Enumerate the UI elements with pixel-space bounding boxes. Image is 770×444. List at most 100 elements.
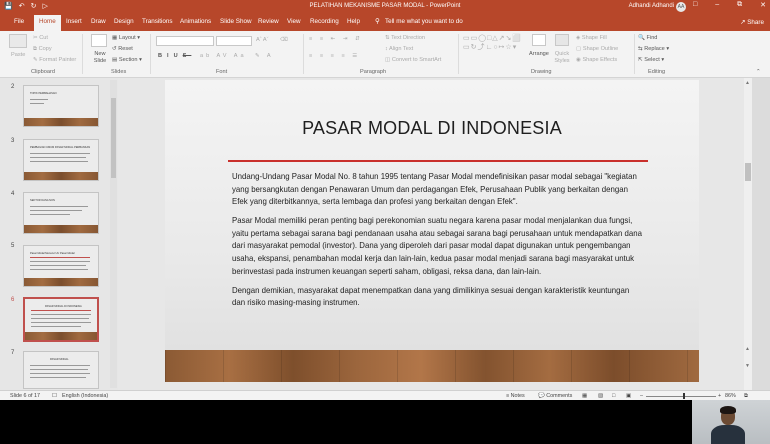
tell-me-search[interactable]: Tell me what you want to do bbox=[385, 18, 463, 25]
previous-slide-icon[interactable]: ▲ bbox=[745, 346, 750, 352]
replace-button[interactable]: ⇆ Replace ▾ bbox=[638, 46, 669, 52]
reading-view-icon[interactable]: □ bbox=[612, 393, 615, 399]
alignment-buttons[interactable]: ≡ ≡ ≡ ≡ ☰ bbox=[309, 53, 360, 59]
tab-file[interactable]: File bbox=[14, 18, 24, 25]
scroll-up-icon[interactable]: ▲ bbox=[745, 80, 750, 86]
clear-formatting-icon[interactable]: ⌫ bbox=[280, 37, 288, 43]
font-name-dropdown[interactable] bbox=[156, 36, 214, 46]
thumb-line bbox=[30, 210, 82, 211]
copy-button[interactable]: ⧉ Copy bbox=[33, 46, 52, 53]
tab-transitions[interactable]: Transitions bbox=[142, 18, 173, 25]
paste-icon[interactable] bbox=[9, 34, 27, 48]
zoom-slider[interactable] bbox=[646, 396, 716, 397]
thumb-line bbox=[30, 377, 86, 378]
thumb-title: SEKTOR DANA NON bbox=[30, 199, 55, 202]
tab-recording[interactable]: Recording bbox=[310, 18, 339, 25]
scrollbar-thumb[interactable] bbox=[111, 98, 116, 178]
thumb-line bbox=[30, 269, 88, 270]
thumb-number: 7 bbox=[11, 350, 15, 356]
shape-outline-button[interactable]: ▢ Shape Outline bbox=[576, 46, 618, 52]
quick-styles-button[interactable]: Quick Styles bbox=[552, 51, 572, 65]
tab-review[interactable]: Review bbox=[258, 18, 279, 25]
close-icon[interactable]: ✕ bbox=[760, 1, 766, 9]
shape-fill-button[interactable]: ◈ Shape Fill bbox=[576, 35, 607, 41]
cut-button[interactable]: ✂ Cut bbox=[33, 35, 48, 41]
group-divider bbox=[82, 34, 83, 74]
presenter-webcam bbox=[692, 400, 770, 444]
share-button[interactable]: ↗ Share bbox=[740, 19, 764, 26]
slide-thumbnail-4[interactable]: SEKTOR DANA NON bbox=[23, 192, 99, 234]
comments-button[interactable]: 💬 Comments bbox=[538, 393, 572, 399]
tab-view[interactable]: View bbox=[287, 18, 301, 25]
font-style-buttons[interactable]: BIUS bbox=[158, 53, 191, 59]
tab-slide-show[interactable]: Slide Show bbox=[220, 18, 252, 25]
slide-thumbnail-2[interactable]: TOPIK PEMBAHASAN bbox=[23, 85, 99, 127]
thumb-line bbox=[30, 161, 88, 162]
shape-fill-label: Shape Fill bbox=[581, 35, 607, 41]
new-slide-icon[interactable] bbox=[91, 34, 107, 47]
select-button[interactable]: ⇱ Select ▾ bbox=[638, 57, 664, 63]
font-size-buttons[interactable]: Aˆ Aˇ bbox=[256, 37, 268, 43]
fit-to-window-icon[interactable]: ⧉ bbox=[744, 393, 748, 400]
slideshow-view-icon[interactable]: ▣ bbox=[626, 393, 631, 399]
slide-title[interactable]: PASAR MODAL DI INDONESIA bbox=[165, 118, 699, 139]
slide-scrollbar[interactable]: ▲ ▲ ▼ bbox=[744, 78, 752, 390]
tab-help[interactable]: Help bbox=[347, 18, 360, 25]
shape-effects-button[interactable]: ◉ Shape Effects bbox=[576, 57, 617, 63]
arrange-button[interactable]: Arrange bbox=[529, 51, 549, 57]
next-slide-icon[interactable]: ▼ bbox=[745, 363, 750, 369]
quick-styles-icon[interactable] bbox=[555, 34, 569, 46]
tab-animations[interactable]: Animations bbox=[180, 18, 211, 25]
font-extra-buttons[interactable]: ab AV Aa bbox=[200, 53, 247, 59]
normal-view-icon[interactable]: ▦ bbox=[582, 393, 587, 399]
thumb-number: 6 bbox=[11, 297, 15, 303]
layout-button[interactable]: ▦ Layout ▾ bbox=[112, 35, 140, 41]
ribbon-display-icon[interactable]: □ bbox=[693, 1, 697, 9]
current-slide[interactable]: PASAR MODAL DI INDONESIA Undang-Undang P… bbox=[165, 80, 699, 382]
tab-design[interactable]: Design bbox=[114, 18, 134, 25]
presenter-torso bbox=[711, 425, 745, 444]
zoom-slider-handle[interactable] bbox=[683, 393, 685, 399]
font-size-dropdown[interactable] bbox=[216, 36, 252, 46]
spellcheck-icon[interactable]: ☐ bbox=[52, 393, 57, 399]
wood-floor-graphic bbox=[165, 350, 699, 382]
list-buttons[interactable]: ≡ ≡ ⇤ ⇥ ⇵ bbox=[309, 36, 363, 42]
convert-smartart-button[interactable]: ◫ Convert to SmartArt bbox=[385, 57, 441, 63]
font-color-buttons[interactable]: ✎ A bbox=[255, 53, 274, 59]
tab-insert[interactable]: Insert bbox=[66, 18, 82, 25]
language-indicator[interactable]: English (Indonesia) bbox=[62, 393, 108, 399]
section-button[interactable]: ▤ Section ▾ bbox=[112, 57, 142, 63]
notes-button[interactable]: ≡ Notes bbox=[506, 393, 525, 399]
shapes-gallery[interactable]: ▭▭◯□△↗↘⬜ ▭↻⤴∟○↦☆▾ bbox=[463, 34, 525, 52]
text-direction-button[interactable]: ⇅ Text Direction bbox=[385, 35, 425, 41]
arrange-icon[interactable] bbox=[532, 34, 546, 46]
user-name[interactable]: Adhandi Adhandi bbox=[629, 3, 674, 9]
align-text-button[interactable]: ↕ Align Text bbox=[385, 46, 413, 52]
slide-thumbnail-6[interactable]: PASAR MODAL DI INDONESIA bbox=[23, 297, 99, 342]
reset-button[interactable]: ↺ Reset bbox=[112, 46, 133, 52]
tab-home[interactable]: Home bbox=[34, 15, 61, 31]
collapse-ribbon-icon[interactable]: ⌃ bbox=[756, 69, 761, 75]
thumb-title: Pasar Modal Menurut UU Pasar Modal bbox=[30, 252, 75, 255]
minimize-icon[interactable]: – bbox=[715, 1, 719, 9]
slide-thumbnail-5[interactable]: Pasar Modal Menurut UU Pasar Modal bbox=[23, 245, 99, 287]
find-button[interactable]: 🔍 Find bbox=[638, 35, 657, 41]
slide-sorter-icon[interactable]: ▧ bbox=[598, 393, 603, 399]
right-margin bbox=[752, 78, 770, 390]
scrollbar-thumb[interactable] bbox=[745, 163, 751, 181]
slide-thumbnail-3[interactable]: PEMBAGIAN UMUM PASAR MODAL PERBANKAN bbox=[23, 139, 99, 181]
slide-thumbnail-7[interactable]: PASAR MODAL bbox=[23, 351, 99, 389]
new-slide-button[interactable]: New Slide bbox=[91, 51, 109, 65]
body-paragraph: Dengan demikian, masyarakat dapat menemp… bbox=[232, 285, 630, 308]
format-painter-button[interactable]: ✎ Format Painter bbox=[33, 57, 76, 63]
zoom-level[interactable]: 86% bbox=[725, 393, 736, 399]
layout-label: Layout bbox=[118, 35, 136, 41]
slide-body-text[interactable]: Undang-Undang Pasar Modal No. 8 tahun 19… bbox=[232, 171, 644, 316]
restore-icon[interactable]: ⧉ bbox=[737, 1, 742, 9]
paste-button[interactable]: Paste bbox=[11, 52, 25, 58]
zoom-in-icon[interactable]: + bbox=[718, 393, 721, 399]
tab-draw[interactable]: Draw bbox=[91, 18, 106, 25]
avatar[interactable]: AA bbox=[676, 2, 686, 12]
zoom-out-icon[interactable]: – bbox=[640, 393, 643, 399]
thumbnail-scrollbar[interactable] bbox=[110, 80, 117, 388]
